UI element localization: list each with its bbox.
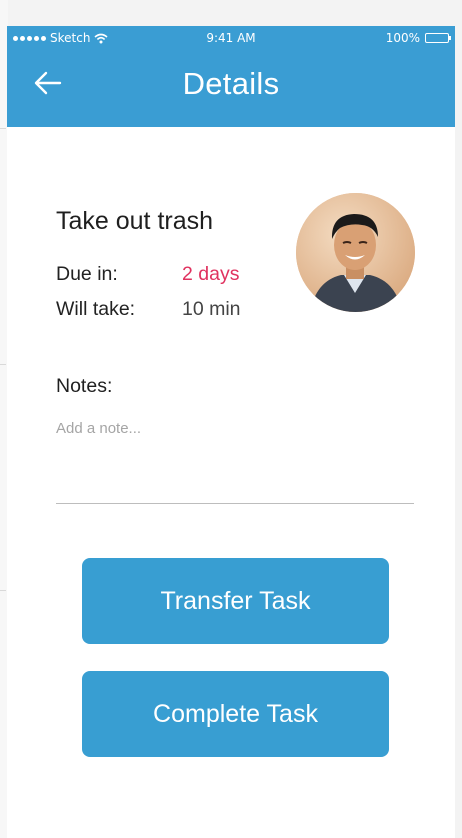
task-details-screen: Sketch 9:41 AM 100% Details Take out tra… (7, 26, 455, 838)
due-row: Due in: 2 days (56, 263, 239, 286)
duration-row: Will take: 10 min (56, 298, 241, 321)
battery-indicator: 100% (385, 31, 451, 45)
background-divider (0, 364, 6, 365)
person-photo (296, 193, 415, 312)
due-label: Due in: (56, 263, 118, 285)
notes-label: Notes: (56, 375, 113, 397)
task-title: Take out trash (56, 207, 214, 235)
battery-percent: 100% (385, 31, 420, 45)
duration-value: 10 min (182, 298, 241, 320)
divider (56, 503, 414, 504)
background-divider (0, 128, 6, 129)
status-bar: Sketch 9:41 AM 100% (7, 26, 455, 48)
navigation-bar: Sketch 9:41 AM 100% Details (7, 26, 455, 127)
page-title: Details (182, 66, 280, 101)
duration-label: Will take: (56, 298, 136, 320)
complete-task-button[interactable]: Complete Task (82, 671, 389, 757)
battery-icon (425, 33, 451, 43)
notes-input[interactable] (56, 416, 414, 440)
assignee-avatar[interactable] (296, 193, 415, 312)
transfer-task-button[interactable]: Transfer Task (82, 558, 389, 644)
background-divider (0, 590, 6, 591)
due-value: 2 days (182, 263, 240, 285)
